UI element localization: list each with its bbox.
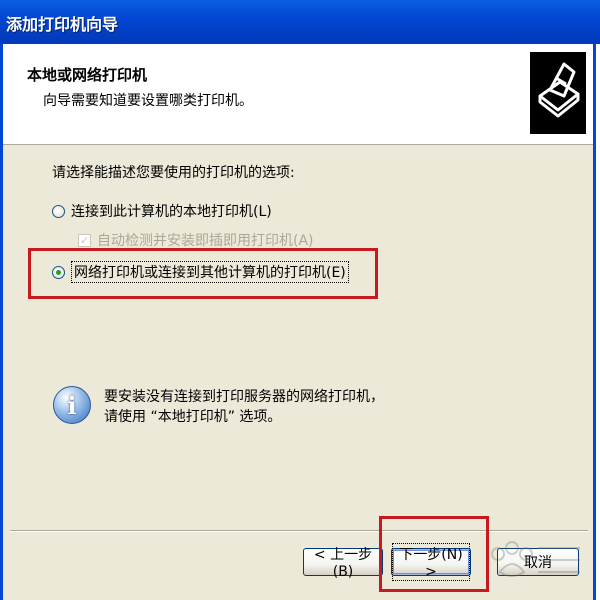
autodetect-checkbox: ✓ bbox=[78, 233, 91, 247]
printer-icon bbox=[530, 52, 586, 134]
info-line-1: 要安装没有连接到打印服务器的网络打印机， bbox=[104, 389, 384, 405]
title-bar[interactable]: 添加打印机向导 bbox=[0, 0, 600, 44]
option-prompt: 请选择能描述您要使用的打印机的选项: bbox=[52, 165, 295, 181]
header-title: 本地或网络打印机 bbox=[27, 66, 148, 84]
header-subtitle: 向导需要知道要设置哪类打印机。 bbox=[43, 93, 253, 109]
info-icon: i bbox=[53, 386, 91, 424]
window-title: 添加打印机向导 bbox=[6, 15, 119, 34]
watermark-logo-icon bbox=[491, 541, 580, 577]
local-printer-label: 连接到此计算机的本地打印机(L) bbox=[71, 204, 272, 220]
back-button-label: < 上一步(B) bbox=[313, 547, 373, 580]
wizard-header: 本地或网络打印机 向导需要知道要设置哪类打印机。 bbox=[3, 44, 593, 145]
highlight-box-network-option bbox=[28, 248, 378, 299]
highlight-box-next-button bbox=[379, 516, 489, 592]
autodetect-option: ✓ 自动检测并安装即插即用打印机(A) bbox=[78, 230, 314, 250]
autodetect-label: 自动检测并安装即插即用打印机(A) bbox=[97, 233, 314, 249]
local-printer-radio[interactable] bbox=[52, 204, 65, 218]
local-printer-option[interactable]: 连接到此计算机的本地打印机(L) bbox=[52, 201, 272, 221]
back-button[interactable]: < 上一步(B) bbox=[303, 547, 383, 580]
info-text: 要安装没有连接到打印服务器的网络打印机， 请使用 “本地打印机” 选项。 bbox=[104, 387, 384, 427]
info-line-2: 请使用 “本地打印机” 选项。 bbox=[104, 409, 282, 425]
